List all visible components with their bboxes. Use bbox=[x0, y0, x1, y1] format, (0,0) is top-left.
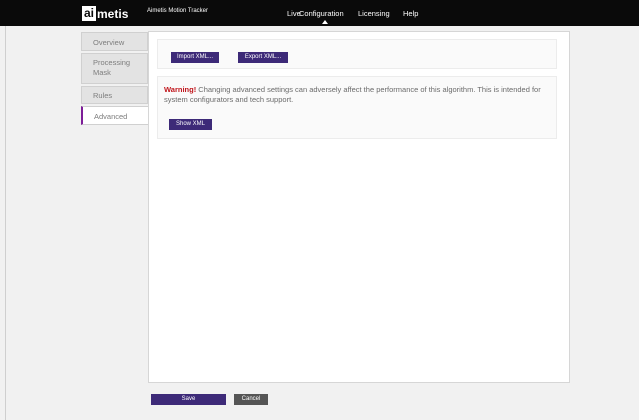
nav-configuration[interactable]: Configuration bbox=[299, 9, 344, 18]
logo-wordmark: metis bbox=[97, 6, 129, 21]
export-xml-button[interactable]: Export XML... bbox=[238, 52, 288, 63]
nav-licensing[interactable]: Licensing bbox=[358, 9, 390, 18]
tab-label: Advanced bbox=[94, 112, 128, 121]
left-edge-divider bbox=[5, 26, 6, 420]
top-navigation-bar: ai metis Aimetis Motion Tracker Live Con… bbox=[0, 0, 639, 26]
warning-label: Warning! bbox=[164, 85, 197, 94]
tab-advanced[interactable]: Advanced bbox=[81, 106, 150, 125]
tab-overview[interactable]: Overview bbox=[81, 32, 148, 51]
warning-message: Warning! Changing advanced settings can … bbox=[164, 85, 564, 105]
import-xml-button[interactable]: Import XML... bbox=[171, 52, 219, 63]
save-button[interactable]: Save bbox=[151, 394, 226, 405]
tab-label: Overview bbox=[93, 38, 125, 47]
nav-help[interactable]: Help bbox=[403, 9, 418, 18]
app-title: Aimetis Motion Tracker bbox=[147, 8, 209, 14]
tab-processing-mask[interactable]: Processing Mask bbox=[81, 53, 148, 84]
tab-label: Processing Mask bbox=[93, 58, 131, 77]
active-nav-caret-icon bbox=[322, 20, 328, 24]
tab-label: Rules bbox=[93, 91, 113, 100]
advanced-panel: Import XML... Export XML... Warning! Cha… bbox=[148, 31, 570, 383]
xml-actions-section: Import XML... Export XML... bbox=[157, 39, 557, 69]
warning-body: Changing advanced settings can adversely… bbox=[164, 85, 541, 104]
logo-ai-mark: ai bbox=[82, 6, 97, 21]
aimetis-logo: ai metis bbox=[82, 5, 128, 22]
show-xml-button[interactable]: Show XML bbox=[169, 119, 212, 130]
cancel-button[interactable]: Cancel bbox=[234, 394, 268, 405]
tab-rules[interactable]: Rules bbox=[81, 86, 148, 104]
